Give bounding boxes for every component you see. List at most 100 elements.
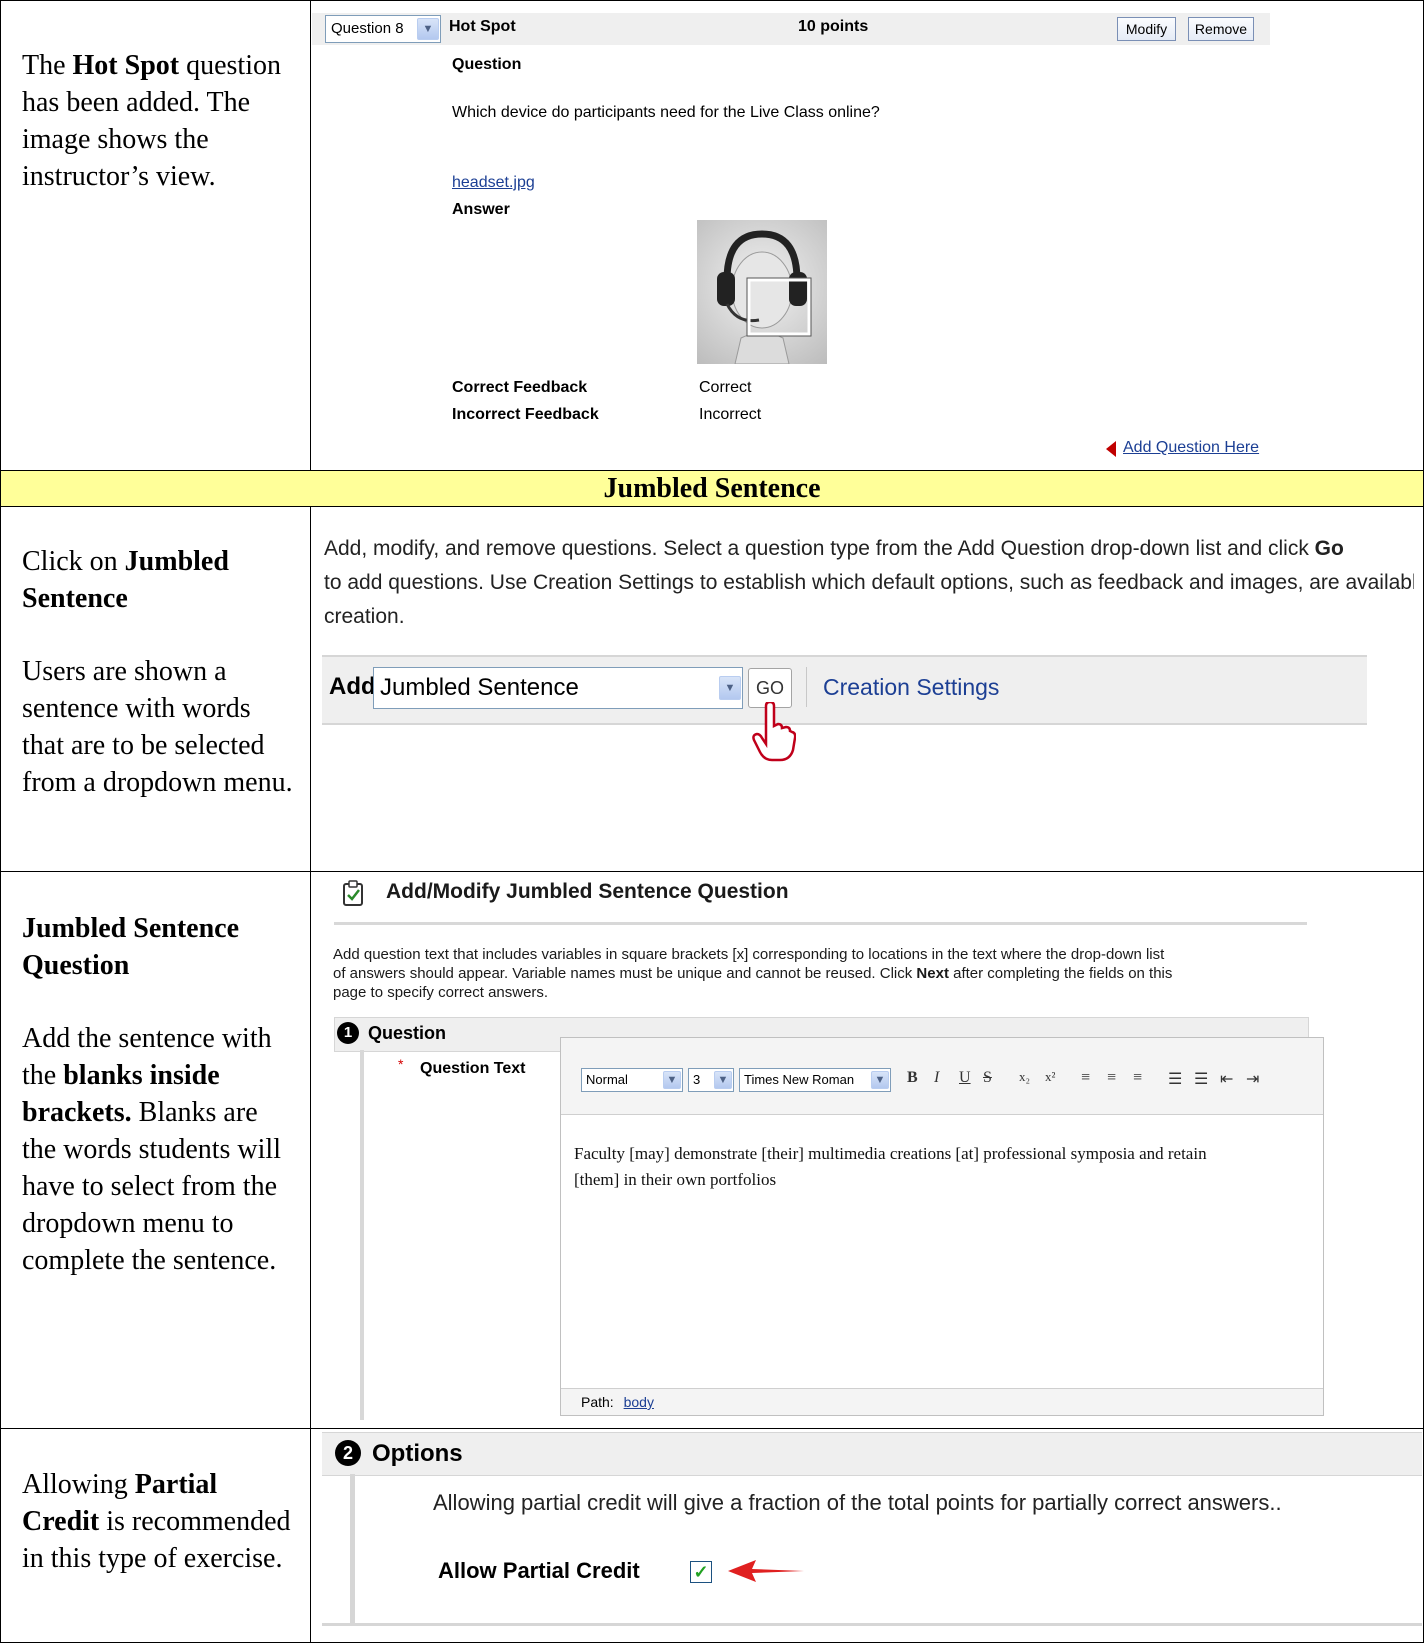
section-bottom-rule bbox=[322, 1623, 1422, 1626]
table-border-left bbox=[0, 0, 1, 1643]
question-points: 10 points bbox=[798, 18, 869, 35]
column-divider bbox=[310, 0, 311, 470]
step-number-badge: 2 bbox=[335, 1440, 361, 1466]
click-step-body: Users are shown a sentence with words th… bbox=[22, 656, 293, 798]
help-line-1: Add question text that includes variable… bbox=[333, 946, 1165, 963]
editor-content[interactable]: Faculty [may] demonstrate [their] multim… bbox=[574, 1141, 1314, 1193]
options-step-explanation: Allowing Partial Credit is recommended i… bbox=[22, 1466, 294, 1577]
question-number-select[interactable]: Question 8 ▼ bbox=[325, 15, 441, 43]
editor-toolbar: Normal ▼ 3 ▼ Times New Roman ▼ B I U S x₂ x… bbox=[561, 1038, 1323, 1115]
instructions-text-1: Add, modify, and remove questions. Selec… bbox=[324, 537, 1315, 560]
indent-icon[interactable]: ⇥ bbox=[1246, 1069, 1259, 1089]
question-type-value: Jumbled Sentence bbox=[380, 674, 579, 701]
triangle-left-icon bbox=[1106, 441, 1116, 457]
table-divider bbox=[0, 871, 1424, 872]
chevron-down-icon[interactable]: ▼ bbox=[714, 1071, 732, 1089]
chevron-down-icon[interactable]: ▼ bbox=[719, 676, 741, 700]
question-text-label: Question Text bbox=[420, 1060, 526, 1077]
form-help-text: Add question text that includes variable… bbox=[333, 945, 1333, 1002]
align-center-icon[interactable]: ≡ bbox=[1107, 1069, 1116, 1087]
image-link[interactable]: headset.jpg bbox=[452, 174, 535, 192]
question-step-title: Jumbled Sentence Question bbox=[22, 913, 239, 981]
column-divider bbox=[310, 506, 311, 1643]
hotspot-explanation: The Hot Spot question has been added. Th… bbox=[22, 47, 294, 195]
bullet-list-icon[interactable]: ☰ bbox=[1194, 1069, 1208, 1089]
section-rail bbox=[350, 1474, 355, 1624]
partial-credit-description: Allowing partial credit will give a frac… bbox=[433, 1490, 1282, 1515]
help-line-3: page to specify correct answers. bbox=[333, 984, 549, 1001]
format-select[interactable]: Normal ▼ bbox=[581, 1068, 683, 1092]
instructions-line-2: to add questions. Use Creation Settings … bbox=[324, 571, 1414, 594]
table-divider bbox=[0, 1428, 1424, 1429]
correct-feedback-label: Correct Feedback bbox=[452, 379, 588, 396]
hotspot-text-bold: Hot Spot bbox=[72, 50, 180, 81]
add-label: Add bbox=[329, 673, 376, 700]
section-rail bbox=[360, 1050, 364, 1420]
editor-line-2: [them] in their own portfolios bbox=[574, 1170, 777, 1189]
outdent-icon[interactable]: ⇤ bbox=[1220, 1069, 1233, 1089]
headset-icon bbox=[717, 230, 812, 365]
bold-icon[interactable]: B bbox=[907, 1069, 918, 1087]
font-select[interactable]: Times New Roman ▼ bbox=[739, 1068, 891, 1092]
section-banner-title: Jumbled Sentence bbox=[603, 473, 821, 504]
align-left-icon[interactable]: ≡ bbox=[1081, 1069, 1090, 1087]
correct-feedback-value: Correct bbox=[699, 379, 752, 396]
size-value: 3 bbox=[693, 1072, 701, 1087]
question-heading: Question bbox=[452, 56, 522, 73]
font-value: Times New Roman bbox=[744, 1072, 855, 1087]
options-section-title: Options bbox=[372, 1440, 463, 1467]
instructions-line-1: Add, modify, and remove questions. Selec… bbox=[324, 532, 1414, 566]
strikethrough-icon[interactable]: S bbox=[983, 1069, 992, 1087]
divider bbox=[806, 667, 807, 707]
question-text: Which device do participants need for th… bbox=[452, 104, 880, 121]
arrow-left-icon bbox=[728, 1560, 804, 1582]
question-number-value: Question 8 bbox=[331, 20, 404, 37]
help-next: Next bbox=[916, 965, 949, 982]
size-select[interactable]: 3 ▼ bbox=[688, 1068, 734, 1092]
step-number-badge: 1 bbox=[337, 1022, 359, 1044]
options-body-1: Allowing bbox=[22, 1469, 135, 1500]
underline-icon[interactable]: U bbox=[959, 1069, 971, 1087]
question-type-select[interactable]: Jumbled Sentence ▼ bbox=[373, 667, 743, 709]
help-line-2a: of answers should appear. Variable names… bbox=[333, 965, 917, 982]
add-question-instructions: Add, modify, and remove questions. Selec… bbox=[324, 532, 1414, 634]
instructions-go: Go bbox=[1314, 537, 1344, 560]
question-step-explanation: Jumbled Sentence Question Add the senten… bbox=[22, 910, 294, 1279]
incorrect-feedback-value: Incorrect bbox=[699, 406, 762, 423]
form-title: Add/Modify Jumbled Sentence Question bbox=[386, 880, 789, 903]
chevron-down-icon[interactable]: ▼ bbox=[417, 18, 439, 40]
subscript-icon[interactable]: x₂ bbox=[1019, 1069, 1030, 1085]
italic-icon[interactable]: I bbox=[934, 1069, 939, 1087]
table-divider bbox=[0, 506, 1424, 507]
path-label: Path: bbox=[581, 1394, 614, 1410]
hotspot-text-1: The bbox=[22, 50, 73, 81]
superscript-icon[interactable]: x² bbox=[1045, 1069, 1055, 1085]
allow-partial-credit-label: Allow Partial Credit bbox=[438, 1558, 640, 1583]
help-line-2b: after completing the fields on this bbox=[948, 965, 1173, 982]
chevron-down-icon[interactable]: ▼ bbox=[663, 1071, 681, 1089]
align-right-icon[interactable]: ≡ bbox=[1133, 1069, 1142, 1087]
path-body-link[interactable]: body bbox=[624, 1394, 654, 1410]
numbered-list-icon[interactable]: ☰ bbox=[1168, 1069, 1182, 1089]
remove-button[interactable]: Remove bbox=[1188, 17, 1254, 41]
clipboard-check-icon bbox=[343, 880, 363, 906]
click-step-explanation: Click on Jumbled Sentence Users are show… bbox=[22, 543, 294, 801]
question-section-title: Question bbox=[368, 1023, 447, 1043]
instructions-line-3: creation. bbox=[324, 605, 405, 628]
allow-partial-credit-checkbox[interactable]: ✓ bbox=[690, 1561, 712, 1583]
answer-heading: Answer bbox=[452, 201, 510, 218]
hand-cursor-icon bbox=[752, 702, 796, 762]
title-rule bbox=[334, 922, 1307, 925]
click-step-prefix: Click on bbox=[22, 546, 125, 577]
editor-path-bar: Path: body bbox=[561, 1388, 1323, 1415]
creation-settings-link[interactable]: Creation Settings bbox=[823, 674, 999, 701]
options-section-header bbox=[322, 1432, 1422, 1476]
editor-line-1: Faculty [may] demonstrate [their] multim… bbox=[574, 1144, 1207, 1163]
add-question-here-link[interactable]: Add Question Here bbox=[1123, 439, 1259, 457]
chevron-down-icon[interactable]: ▼ bbox=[871, 1071, 889, 1089]
required-asterisk: * bbox=[398, 1056, 404, 1072]
rich-text-editor[interactable]: Normal ▼ 3 ▼ Times New Roman ▼ B I U S x₂ x… bbox=[560, 1037, 1324, 1416]
question-type: Hot Spot bbox=[449, 18, 516, 35]
modify-button[interactable]: Modify bbox=[1117, 17, 1176, 41]
